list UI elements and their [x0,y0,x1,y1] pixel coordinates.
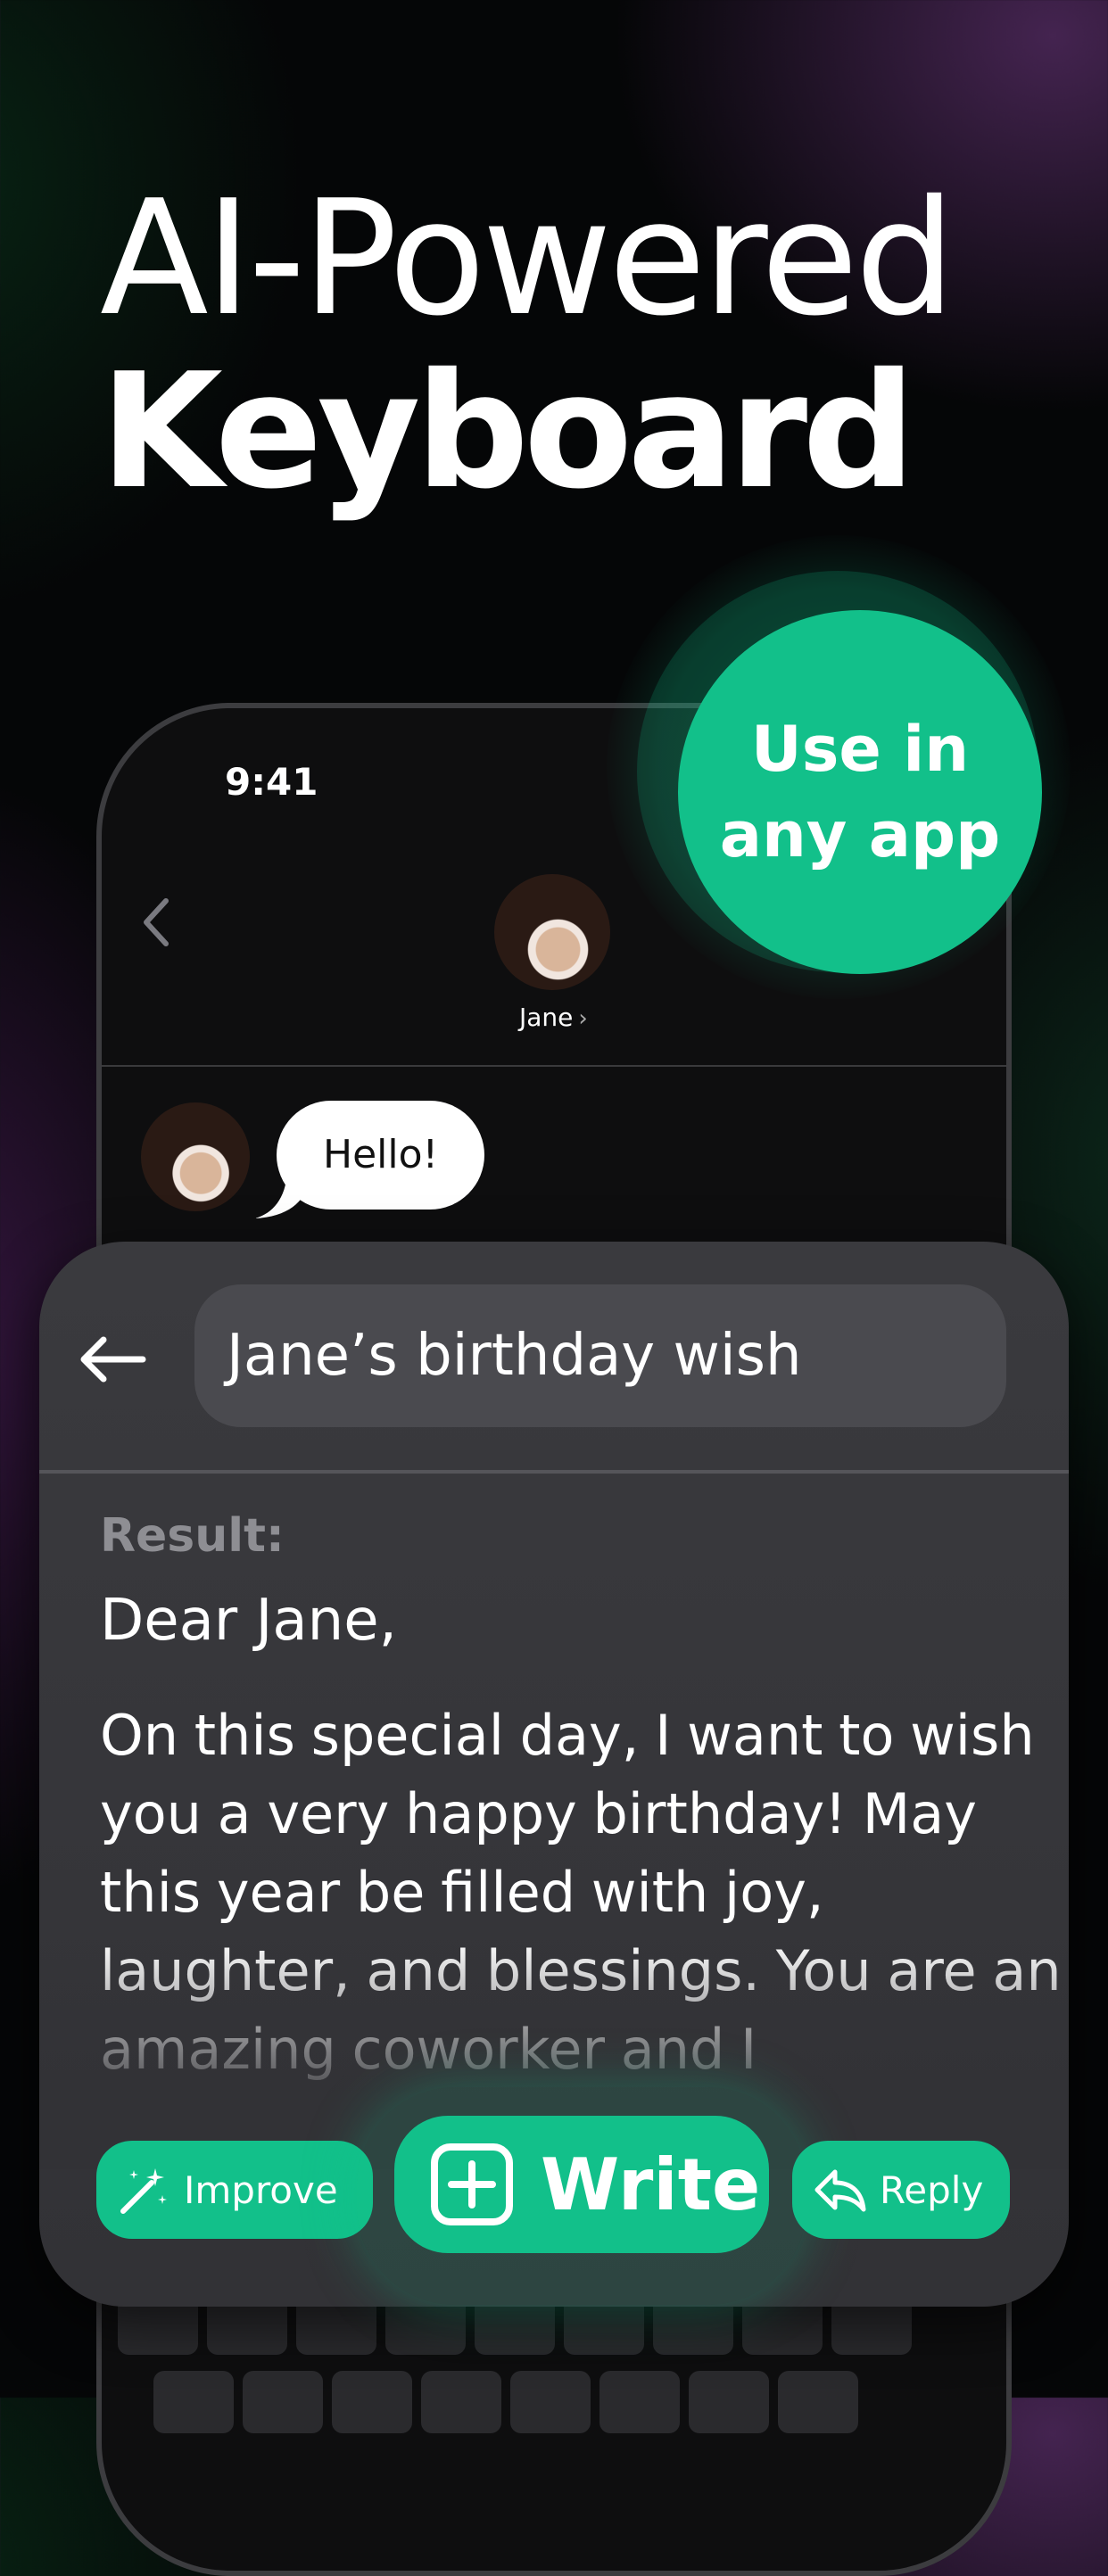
improve-label: Improve [184,2167,338,2212]
key[interactable] [153,2371,234,2433]
write-button[interactable]: Write [394,2116,769,2253]
badge-line1: Use in [750,713,970,786]
badge-line2: any app [719,798,1001,871]
key[interactable] [332,2371,412,2433]
chevron-left-icon[interactable] [137,896,173,949]
reply-arrow-icon [814,2169,866,2212]
use-in-any-app-badge: Use in any app [678,610,1042,974]
contact-avatar[interactable] [494,874,610,990]
prompt-input[interactable]: Jane’s birthday wish [194,1284,1006,1427]
headline-line1: AI-Powered [100,166,955,351]
contact-name[interactable]: Jane › [519,1003,588,1032]
plus-square-icon [431,2143,513,2225]
key[interactable] [689,2371,769,2433]
write-label: Write [541,2143,761,2226]
magic-wand-icon [120,2168,167,2214]
result-greeting: Dear Jane, [100,1588,397,1654]
chevron-right-icon: › [578,1005,588,1032]
headline-line2: Keyboard [100,339,916,524]
header-divider [102,1065,1006,1067]
arrow-left-icon[interactable] [77,1333,148,1386]
reply-button[interactable]: Reply [792,2141,1010,2239]
panel-divider [39,1470,1069,1474]
key[interactable] [599,2371,680,2433]
key[interactable] [421,2371,501,2433]
key[interactable] [243,2371,323,2433]
headline: AI-Powered Keyboard [100,166,955,524]
improve-button[interactable]: Improve [96,2141,373,2239]
contact-name-label: Jane [519,1003,574,1032]
message-avatar [141,1102,250,1211]
key[interactable] [510,2371,591,2433]
message-bubble: Hello! [277,1101,485,1210]
key[interactable] [778,2371,858,2433]
reply-label: Reply [880,2167,984,2212]
status-time: 9:41 [225,760,318,804]
result-label: Result: [100,1509,285,1563]
